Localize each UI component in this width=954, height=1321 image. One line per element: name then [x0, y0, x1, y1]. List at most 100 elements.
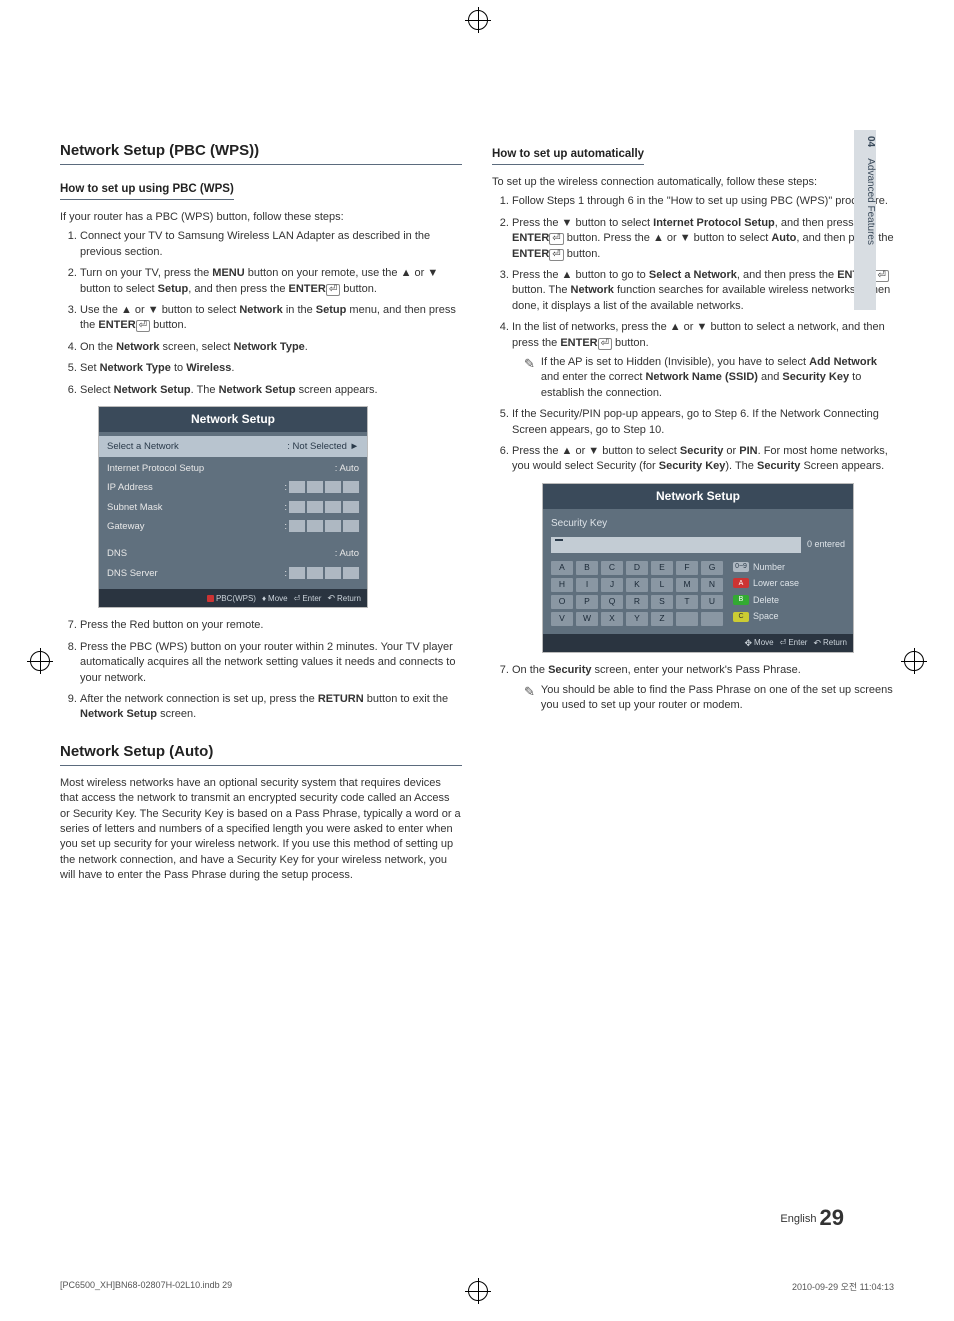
keyboard-key: B [576, 561, 598, 575]
tv-row-ip-address: IP Address : [107, 478, 359, 497]
right-column: How to set up automatically To set up th… [492, 140, 894, 888]
keyboard-key: Z [651, 612, 673, 626]
number-chip: 0~9 [733, 562, 749, 572]
enter-icon: ⏎ [598, 338, 612, 350]
move-hint: Move [262, 592, 288, 605]
chapter-tab: 04 Advanced Features [854, 130, 876, 310]
green-chip-icon: B [733, 595, 749, 605]
keyboard-key: F [676, 561, 698, 575]
chapter-number: 04 [865, 136, 876, 147]
registration-mark-icon [468, 10, 488, 30]
keyboard-key: U [701, 595, 723, 609]
step-item: In the list of networks, press the ▲ or … [512, 320, 894, 401]
keyboard-key: N [701, 578, 723, 592]
keyboard-key: L [651, 578, 673, 592]
enter-icon: ⏎ [549, 233, 563, 245]
note-icon: ✎ [524, 355, 535, 373]
keyboard-key: T [676, 595, 698, 609]
keyboard-key: E [651, 561, 673, 575]
keyboard-key: R [626, 595, 648, 609]
step-item: Press the Red button on your remote. [80, 618, 462, 633]
entered-count: 0 entered [807, 538, 845, 551]
return-hint: Return [813, 637, 847, 650]
keyboard-key: S [651, 595, 673, 609]
keyboard-key: G [701, 561, 723, 575]
keyboard-key: I [576, 578, 598, 592]
keyboard-key: W [576, 612, 598, 626]
step-item: Press the ▼ button to select Internet Pr… [512, 216, 894, 262]
subheading-auto: How to set up automatically [492, 146, 644, 165]
left-column: Network Setup (PBC (WPS)) How to set up … [60, 140, 462, 888]
page-number: 29 [820, 1205, 844, 1230]
enter-icon: ⏎ [874, 270, 888, 282]
keyboard-key [676, 612, 698, 626]
note-passphrase: ✎ You should be able to find the Pass Ph… [524, 683, 894, 714]
keyboard-grid: ABCDEFG HIJKLMN OPQRSTU VWXYZ [551, 561, 723, 626]
doc-timestamp: 2010-09-29 오전 11:04:13 [792, 1280, 894, 1293]
step-item: Turn on your TV, press the MENU button o… [80, 266, 462, 297]
note-hidden-ap: ✎ If the AP is set to Hidden (Invisible)… [524, 355, 894, 401]
steps-list-auto: Follow Steps 1 through 6 in the "How to … [492, 194, 894, 713]
intro-text: If your router has a PBC (WPS) button, f… [60, 210, 462, 225]
doc-filename: [PC6500_XH]BN68-02807H-02L10.indb 29 [60, 1280, 232, 1293]
tv-row-gateway: Gateway : [107, 517, 359, 536]
kb-label: Security Key [551, 517, 845, 531]
tv-row-dns-server: DNS Server : [107, 564, 359, 583]
keyboard-key: C [601, 561, 623, 575]
step-item: On the Security screen, enter your netwo… [512, 663, 894, 713]
network-setup-screen: Network Setup Select a Network : Not Sel… [98, 406, 368, 608]
tv-row-select-network: Select a Network : Not Selected ► [99, 436, 367, 457]
keyboard-key: X [601, 612, 623, 626]
keyboard-key [701, 612, 723, 626]
step-item: Press the ▲ button to go to Select a Net… [512, 268, 894, 314]
step-item: Press the PBC (WPS) button on your route… [80, 640, 462, 686]
enter-icon: ⏎ [549, 249, 563, 261]
step-item: Connect your TV to Samsung Wireless LAN … [80, 229, 462, 260]
move-hint: Move [745, 637, 774, 650]
security-key-screen: Network Setup Security Key 0 entered ABC… [542, 483, 854, 653]
keyboard-key: Y [626, 612, 648, 626]
keyboard-key: A [551, 561, 573, 575]
enter-hint: Enter [780, 637, 808, 650]
step-item: On the Network screen, select Network Ty… [80, 340, 462, 355]
keyboard-key: O [551, 595, 573, 609]
auto-paragraph: Most wireless networks have an optional … [60, 776, 462, 884]
kb-screen-title: Network Setup [543, 484, 853, 509]
keyboard-key: H [551, 578, 573, 592]
security-key-input [551, 537, 801, 553]
step-item: Select Network Setup. The Network Setup … [80, 383, 462, 609]
step-item: Set Network Type to Wireless. [80, 361, 462, 376]
tv-footer-hints: PBC(WPS) Move Enter Return [99, 589, 367, 608]
kb-footer-hints: Move Enter Return [543, 634, 853, 653]
registration-mark-icon [30, 651, 50, 671]
tv-screen-title: Network Setup [99, 407, 367, 432]
keyboard-key: Q [601, 595, 623, 609]
section-title-pbc: Network Setup (PBC (WPS)) [60, 140, 462, 165]
keyboard-key: J [601, 578, 623, 592]
keyboard-key: D [626, 561, 648, 575]
keyboard-key: V [551, 612, 573, 626]
red-chip-icon: A [733, 578, 749, 588]
note-icon: ✎ [524, 683, 535, 701]
steps-list-pbc: Connect your TV to Samsung Wireless LAN … [60, 229, 462, 722]
step-item: If the Security/PIN pop-up appears, go t… [512, 407, 894, 438]
registration-mark-icon [904, 651, 924, 671]
intro-text-auto: To set up the wireless connection automa… [492, 175, 894, 190]
subheading-pbc: How to set up using PBC (WPS) [60, 181, 234, 200]
red-button-hint: PBC(WPS) [207, 592, 256, 605]
tv-row-subnet: Subnet Mask : [107, 498, 359, 517]
keyboard-key: P [576, 595, 598, 609]
keyboard-key: K [626, 578, 648, 592]
keyboard-key: M [676, 578, 698, 592]
step-item: Follow Steps 1 through 6 in the "How to … [512, 194, 894, 209]
tv-row-dns: DNS : Auto [107, 544, 359, 563]
tv-row-ip-setup: Internet Protocol Setup : Auto [107, 459, 359, 478]
yellow-chip-icon: C [733, 612, 749, 622]
step-item: Use the ▲ or ▼ button to select Network … [80, 303, 462, 334]
step-item: Press the ▲ or ▼ button to select Securi… [512, 444, 894, 653]
step-item: After the network connection is set up, … [80, 692, 462, 723]
section-title-auto: Network Setup (Auto) [60, 741, 462, 766]
chapter-label: Advanced Features [865, 158, 876, 245]
page-footer: English 29 [780, 1205, 844, 1231]
enter-icon: ⏎ [136, 320, 150, 332]
